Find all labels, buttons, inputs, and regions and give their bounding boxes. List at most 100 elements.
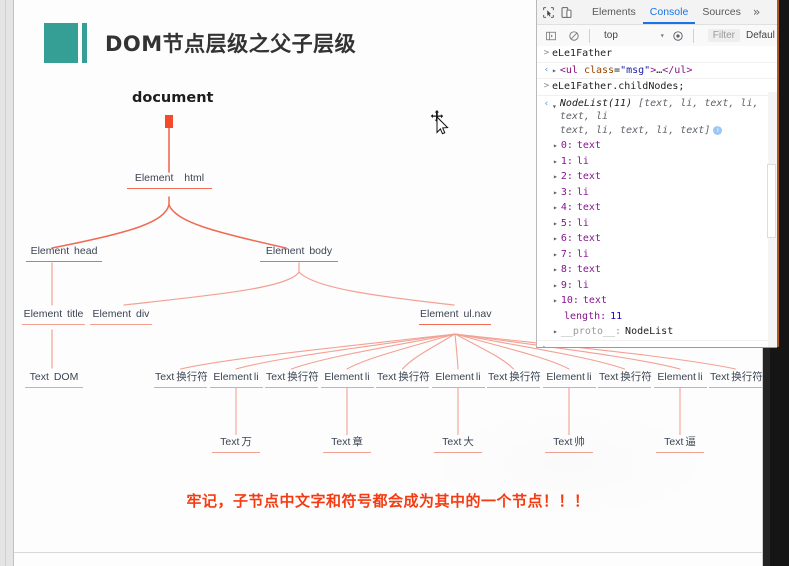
node-name: div [136,308,150,320]
move-cursor [430,110,452,136]
more-tabs-icon[interactable]: » [748,5,765,19]
node-element-html: Element html [127,172,212,189]
console-line-input-1: > eLe1Father [537,46,777,63]
devtools-panel[interactable]: Elements Console Sources » ⋮ top [536,0,777,348]
filter-input[interactable]: Filter [707,29,740,42]
console-prompt[interactable]: › [537,341,777,348]
expand-triangle-icon[interactable]: ▸ [553,263,558,277]
tag-close: </ [662,64,675,76]
title-accent-block [44,23,78,63]
console-output[interactable]: > eLe1Father ‹ ▸ <ul class="msg">…</ul> … [537,46,777,347]
tab-console[interactable]: Console [642,0,696,24]
nodelist-item-9[interactable]: ▸ 9: li [537,278,777,294]
leaf-node-9: Element li [653,371,707,388]
node-kind: Text [710,371,730,383]
item-index: 0: [560,140,573,151]
expand-triangle-icon[interactable]: ▸ [553,248,558,262]
node-kind: Element [435,371,474,383]
devtools-menu-icon[interactable]: ⋮ [765,5,777,19]
device-toolbar-icon[interactable] [560,3,573,21]
leaf-node-7: Element li [542,371,596,388]
live-expression-icon[interactable] [669,27,687,45]
item-value: li [576,248,589,260]
document-node-label: document [132,90,214,106]
context-selector[interactable]: top [600,30,622,41]
leaf-node-10: Text 换行符 [709,371,763,388]
nodelist-item-3[interactable]: ▸ 3: li [537,185,777,201]
expand-triangle-icon[interactable]: ▸ [553,139,558,153]
fan-wire-6 [454,333,515,370]
tab-sources[interactable]: Sources [695,0,748,24]
expand-triangle-icon[interactable]: ▸ [553,232,558,246]
fan-wire-3 [346,333,456,370]
leaf-node-8: Text 换行符 [598,371,652,388]
nodelist-preview: NodeList(11) [text, li, text, li, text, … [560,97,777,138]
nodelist-item-1[interactable]: ▸ 1: li [537,154,777,170]
chevron-down-icon[interactable]: ▾ [660,31,665,40]
node-element-title: Element title [22,308,85,325]
node-kind: Text [599,371,619,383]
node-name: li [253,371,259,383]
expand-triangle-icon[interactable]: ▸ [553,279,558,293]
expand-triangle-icon[interactable]: ▸ [553,170,558,184]
inspect-element-icon[interactable] [542,3,555,21]
item-value: li [576,155,589,167]
node-element-ulnav: Element ul.nav [419,308,491,325]
text-child-1: Text 章 [323,436,371,453]
item-value: li [576,279,589,291]
devtools-right-accent [777,0,779,347]
expand-triangle-icon[interactable]: ▸ [553,186,558,200]
leaf-node-2: Text 换行符 [265,371,319,388]
devtools-tabbar: Elements Console Sources » ⋮ [537,0,777,25]
expand-triangle-icon[interactable]: ▸ [553,217,558,231]
item-value: li [576,186,589,198]
expand-triangle-icon[interactable]: ▸ [552,64,557,78]
collapse-triangle-icon[interactable]: ▾ [552,100,557,114]
node-kind: Text [220,436,240,448]
nodelist-item-10[interactable]: ▸ 10: text [537,293,777,309]
input-marker: > [543,48,550,58]
node-kind: Text [29,371,49,383]
info-icon[interactable]: i [713,125,723,135]
nodelist-item-5[interactable]: ▸ 5: li [537,216,777,232]
item-index: 4: [560,202,573,213]
left-gutter [0,0,14,566]
nodelist-preview-part2: text, li, text, li, text] [559,124,711,136]
log-level-selector[interactable]: Defaul [746,30,775,41]
item-index: 2: [560,171,573,182]
toolbar-divider [589,28,590,43]
console-scrollbar-thumb[interactable] [767,164,776,238]
node-name: DOM [53,371,79,383]
proto-key: __proto__: [560,326,622,337]
proto-triangle-icon[interactable]: ▸ [553,325,558,339]
item-index: 8: [560,264,573,275]
item-index: 7: [560,248,573,260]
slide-bottom-rule [14,552,762,553]
expand-triangle-icon[interactable]: ▸ [553,201,558,215]
node-name: 万 [241,436,252,448]
expand-triangle-icon[interactable]: ▸ [553,155,558,169]
warning-text: 牢记，子节点中文字和符号都会成为其中的一个节点！！！ [186,492,590,510]
node-name: li [364,371,370,383]
fan-wire-1 [235,333,456,370]
node-kind: Element [657,371,696,383]
text-child-0: Text 万 [212,436,260,453]
item-value: text [582,295,607,306]
tab-elements[interactable]: Elements [585,0,643,24]
node-name: li [586,371,592,383]
clear-console-icon[interactable] [565,27,583,45]
nodelist-item-4[interactable]: ▸ 4: text [537,200,777,216]
node-kind: Element [30,245,70,257]
expand-triangle-icon[interactable]: ▸ [553,294,558,308]
nodelist-item-2[interactable]: ▸ 2: text [537,169,777,185]
leaf-node-4: Text 换行符 [376,371,430,388]
leaf-node-3: Element li [320,371,374,388]
nodelist-item-7[interactable]: ▸ 7: li [537,247,777,263]
node-kind: Text [377,371,397,383]
nodelist-item-0[interactable]: ▸ 0: text [537,138,777,154]
console-sidebar-icon[interactable] [542,27,560,45]
title-accent-bar [82,23,87,63]
nodelist-item-6[interactable]: ▸ 6: text [537,231,777,247]
node-name: 换行符 [620,371,652,383]
nodelist-item-8[interactable]: ▸ 8: text [537,262,777,278]
